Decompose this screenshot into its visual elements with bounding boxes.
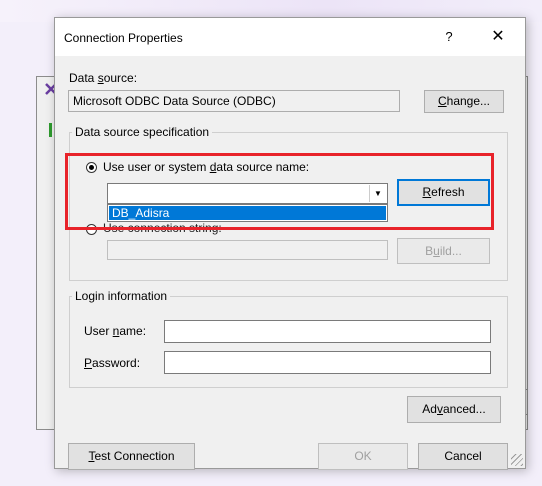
close-button[interactable]: ✕ [483, 26, 513, 48]
password-label: Password: [84, 356, 141, 370]
data-source-label: Data source: [69, 71, 138, 85]
user-name-label: User name: [84, 324, 147, 338]
resize-grip-icon[interactable] [511, 454, 523, 466]
cancel-button[interactable]: Cancel [418, 443, 508, 470]
data-source-specification-title: Data source specification [72, 125, 213, 139]
dialog-title: Connection Properties [64, 31, 183, 45]
connection-properties-dialog: Connection Properties ? ✕ Data source: M… [54, 17, 526, 470]
title-bar: Connection Properties ? ✕ [55, 18, 525, 56]
background-indicator [49, 123, 52, 137]
data-source-field: Microsoft ODBC Data Source (ODBC) [68, 90, 400, 112]
login-information-title: Login information [72, 289, 171, 303]
build-button: Build... [397, 238, 490, 264]
ok-button: OK [318, 443, 408, 470]
change-button[interactable]: Change... [424, 90, 504, 113]
user-name-field[interactable] [164, 320, 491, 343]
test-connection-button[interactable]: Test Connection [68, 443, 195, 470]
highlight-box [65, 153, 494, 230]
advanced-button[interactable]: Advanced... [407, 396, 501, 423]
help-button[interactable]: ? [435, 27, 463, 47]
connection-string-field [107, 240, 388, 260]
password-field[interactable] [164, 351, 491, 374]
